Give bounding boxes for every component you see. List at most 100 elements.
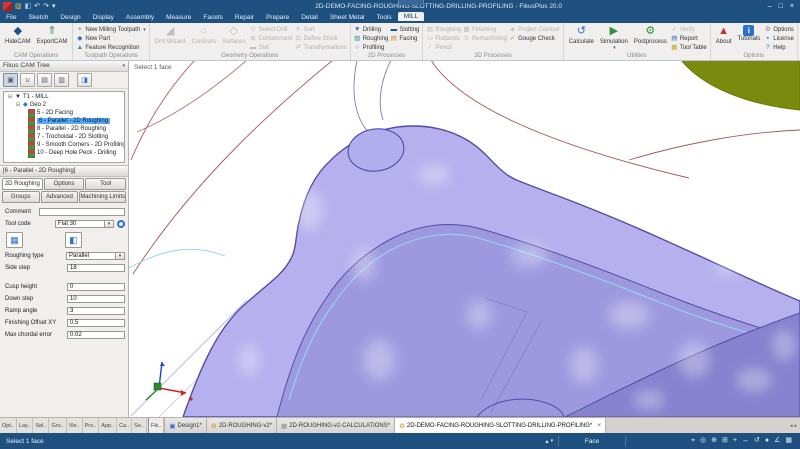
panel-tab[interactable]: Ca.. (117, 418, 132, 433)
flatlands-button[interactable]: ▭ Flatlands (426, 35, 461, 43)
tab-repair[interactable]: Repair (229, 13, 260, 23)
ramp-angle-input[interactable]: 3 (67, 307, 125, 315)
minimize-button[interactable]: – (768, 3, 772, 10)
tree-node-operation[interactable]: 7 - Trochoidal - 2D Slotting (4, 133, 124, 141)
tab-measure[interactable]: Measure (160, 13, 197, 23)
drill-wizard-button[interactable]: ◢ Drill Wizard (153, 24, 188, 52)
view-tool-icon[interactable]: ↔ (742, 433, 749, 449)
tab-scroll-right-icon[interactable]: ▸ (794, 423, 797, 429)
roughing-2d-button[interactable]: ▨ Roughing (354, 35, 389, 43)
close-button[interactable]: × (790, 3, 794, 10)
containment-button[interactable]: ⊞ Containment (250, 35, 293, 43)
tab-tool[interactable]: Tool (85, 178, 126, 190)
tree-node-operation[interactable]: 9 - Smooth Corners - 2D Profiling (4, 141, 124, 149)
redo-icon[interactable]: ↷ (43, 2, 49, 11)
select-drill-button[interactable]: ▽ Select Drill (250, 26, 293, 34)
simulation-button[interactable]: ▶ Simulation ▾ (598, 24, 630, 52)
tab-assembly[interactable]: Assembly (120, 13, 160, 23)
tab-options[interactable]: Options (44, 178, 85, 190)
undo-icon[interactable]: ↶ (34, 2, 40, 11)
view-tool-icon[interactable]: ● (765, 433, 769, 449)
toolpath-list-button[interactable]: ▦ (6, 232, 23, 248)
side-step-input[interactable]: 18 (67, 264, 125, 272)
finishing-button[interactable]: ▩ Finishing (463, 26, 507, 34)
view-tool-icon[interactable]: ▦ (785, 433, 792, 449)
tool-settings-button[interactable]: ◧ (65, 232, 82, 248)
tab-facets[interactable]: Facets (197, 13, 229, 23)
doc-tab-design[interactable]: ▣ Design1* (165, 418, 207, 433)
panel-tab[interactable]: Gro.. (49, 418, 66, 433)
cusp-height-input[interactable]: 0 (67, 283, 125, 291)
tree-node-operation[interactable]: 10 - Deep Hole Peck - Drilling (4, 149, 124, 157)
expand-icon[interactable]: ⊟ (7, 94, 13, 100)
pencil-button[interactable]: ∕ Pencil (426, 44, 461, 52)
tab-scroll-left-icon[interactable]: ◂ (790, 423, 793, 429)
down-step-input[interactable]: 10 (67, 295, 125, 303)
tab-machining-limits[interactable]: Machining Limits (79, 191, 126, 203)
view-tool-icon[interactable]: ⌖ (691, 433, 695, 449)
status-face-label[interactable]: Face (564, 438, 620, 445)
layers-button[interactable]: ◨ (77, 73, 92, 87)
exportcam-button[interactable]: ⇑ ExportCAM (35, 24, 70, 52)
roughing-type-select[interactable]: Parallel (66, 252, 116, 260)
license-button[interactable]: ▪ License (764, 35, 794, 43)
finishing-offset-input[interactable]: 0.5 (67, 319, 125, 327)
chordal-error-input[interactable]: 0.02 (67, 331, 125, 339)
doc-tab-demo-active[interactable]: ⚙ 2D-DEMO-FACING-ROUGHING-SLOTTING-DRILL… (395, 418, 606, 433)
filter-a-button[interactable]: ▤ (37, 73, 52, 87)
panel-tab[interactable]: Vie.. (67, 418, 83, 433)
remachining-button[interactable]: ↻ Remachining (463, 35, 507, 43)
verify-button[interactable]: ✓ Verify (671, 26, 707, 34)
contours-button[interactable]: ○ Contours (189, 24, 217, 52)
snap-button[interactable]: ∪ (20, 73, 35, 87)
view-tool-icon[interactable]: ⊞ (722, 433, 728, 449)
define-stock-button[interactable]: ⊟ Define Stock (295, 35, 347, 43)
view-tool-icon[interactable]: ◎ (700, 433, 706, 449)
panel-menu-icon[interactable]: ▾ (122, 63, 125, 69)
roughing-type-dropdown-icon[interactable]: ▾ (116, 252, 125, 260)
tree-node-operation[interactable]: 5 - 2D Facing (4, 109, 124, 117)
feature-recognition-button[interactable]: ▲ Feature Recognition (76, 44, 145, 52)
tutorials-button[interactable]: i Tutorials (735, 24, 762, 52)
tool-code-select[interactable]: Flat 30 (55, 220, 105, 228)
tab-display[interactable]: Display (87, 13, 120, 23)
filter-b-button[interactable]: ▥ (54, 73, 69, 87)
tool-library-icon[interactable] (116, 219, 126, 229)
tab-sketch[interactable]: Sketch (22, 13, 54, 23)
sort-button[interactable]: ≡ Sort (295, 26, 347, 34)
tree-node-geo[interactable]: ⊟ ◆ Geo 2 (4, 101, 124, 109)
about-button[interactable]: ▲ About (714, 24, 734, 52)
hidecam-button[interactable]: ◆ HideCAM (3, 24, 33, 52)
tab-groups[interactable]: Groups (2, 191, 40, 203)
report-button[interactable]: ▤ Report (671, 35, 707, 43)
tree-node-mill[interactable]: ⊟ ▼ T1 - MILL (4, 93, 124, 101)
drilling-button[interactable]: ▼ Drilling (354, 26, 389, 34)
selection-filter-widget[interactable]: ▴ ▾ (546, 438, 554, 445)
open-file-icon[interactable]: ▨ (15, 2, 22, 11)
tab-advanced[interactable]: Advanced (41, 191, 79, 203)
tab-file[interactable]: File (0, 13, 22, 23)
panel-tab[interactable]: Se.. (132, 418, 147, 433)
new-part-button[interactable]: ◆ New Part (76, 35, 145, 43)
doc-tab-calculations[interactable]: ▦ 2D-ROUGHING-v2-CALCULATIONS* (277, 418, 395, 433)
slot-button[interactable]: ▬ Slot (250, 44, 293, 52)
options-button[interactable]: ⚙ Options (764, 26, 794, 34)
calculate-button[interactable]: ↺ Calculate (567, 24, 596, 52)
doc-tab-roughing[interactable]: ⚙ 2D-ROUGHING-v2* (207, 418, 277, 433)
slotting-button[interactable]: ▬ Slotting (390, 26, 419, 34)
panel-tab[interactable]: Lay.. (17, 418, 34, 433)
view-tool-icon[interactable]: ⊕ (711, 433, 717, 449)
tab-mill[interactable]: MILL (398, 12, 424, 21)
tree-node-operation[interactable]: 8 - Parallel - 2D Roughing (4, 125, 124, 133)
tree-node-operation-selected[interactable]: 6 - Parallel - 2D Roughing (4, 117, 124, 125)
project-contour-button[interactable]: ◈ Project Contour (509, 26, 560, 34)
tab-tools[interactable]: Tools (371, 13, 398, 23)
maximize-button[interactable]: □ (779, 3, 783, 10)
new-milling-toolpath-button[interactable]: + New Milling Toolpath ▾ (76, 26, 145, 34)
help-button[interactable]: ? Help (764, 44, 794, 52)
facing-button[interactable]: ▤ Facing (390, 35, 419, 43)
panel-tab[interactable]: Opt.. (0, 418, 17, 433)
comment-input[interactable] (39, 208, 125, 216)
tab-2d-roughing[interactable]: 2D Roughing (2, 178, 43, 190)
expand-icon[interactable]: ⊟ (15, 102, 21, 108)
